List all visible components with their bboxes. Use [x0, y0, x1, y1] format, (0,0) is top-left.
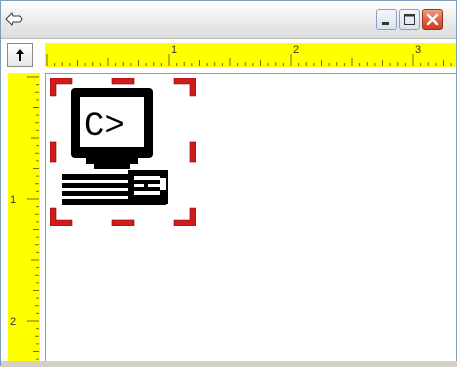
- ruler-label: 3: [415, 44, 421, 56]
- maximize-button[interactable]: [399, 9, 420, 30]
- minimize-icon: [382, 22, 389, 25]
- close-icon: [426, 13, 439, 26]
- bottom-border: [1, 361, 457, 367]
- computer-dos-prompt-icon[interactable]: C>: [50, 78, 196, 226]
- ruler-corner-button[interactable]: [7, 43, 33, 67]
- ruler-label: 1: [10, 194, 16, 206]
- screen-text: C>: [84, 108, 125, 146]
- canvas[interactable]: C>: [45, 73, 456, 365]
- title-bar[interactable]: [1, 1, 456, 39]
- ruler-label: 2: [10, 316, 16, 328]
- app-window: 123 12 C>: [0, 0, 457, 367]
- minimize-button[interactable]: [376, 9, 397, 30]
- ruler-label: 2: [293, 44, 299, 56]
- up-arrow-icon: [16, 49, 24, 61]
- ruler-label: 1: [171, 44, 177, 56]
- vertical-ruler: 12: [8, 73, 40, 365]
- close-button[interactable]: [422, 9, 443, 30]
- maximize-icon: [404, 14, 415, 25]
- horizontal-ruler: 1 2 3: [45, 43, 456, 67]
- move-arrow-icon: [5, 12, 23, 26]
